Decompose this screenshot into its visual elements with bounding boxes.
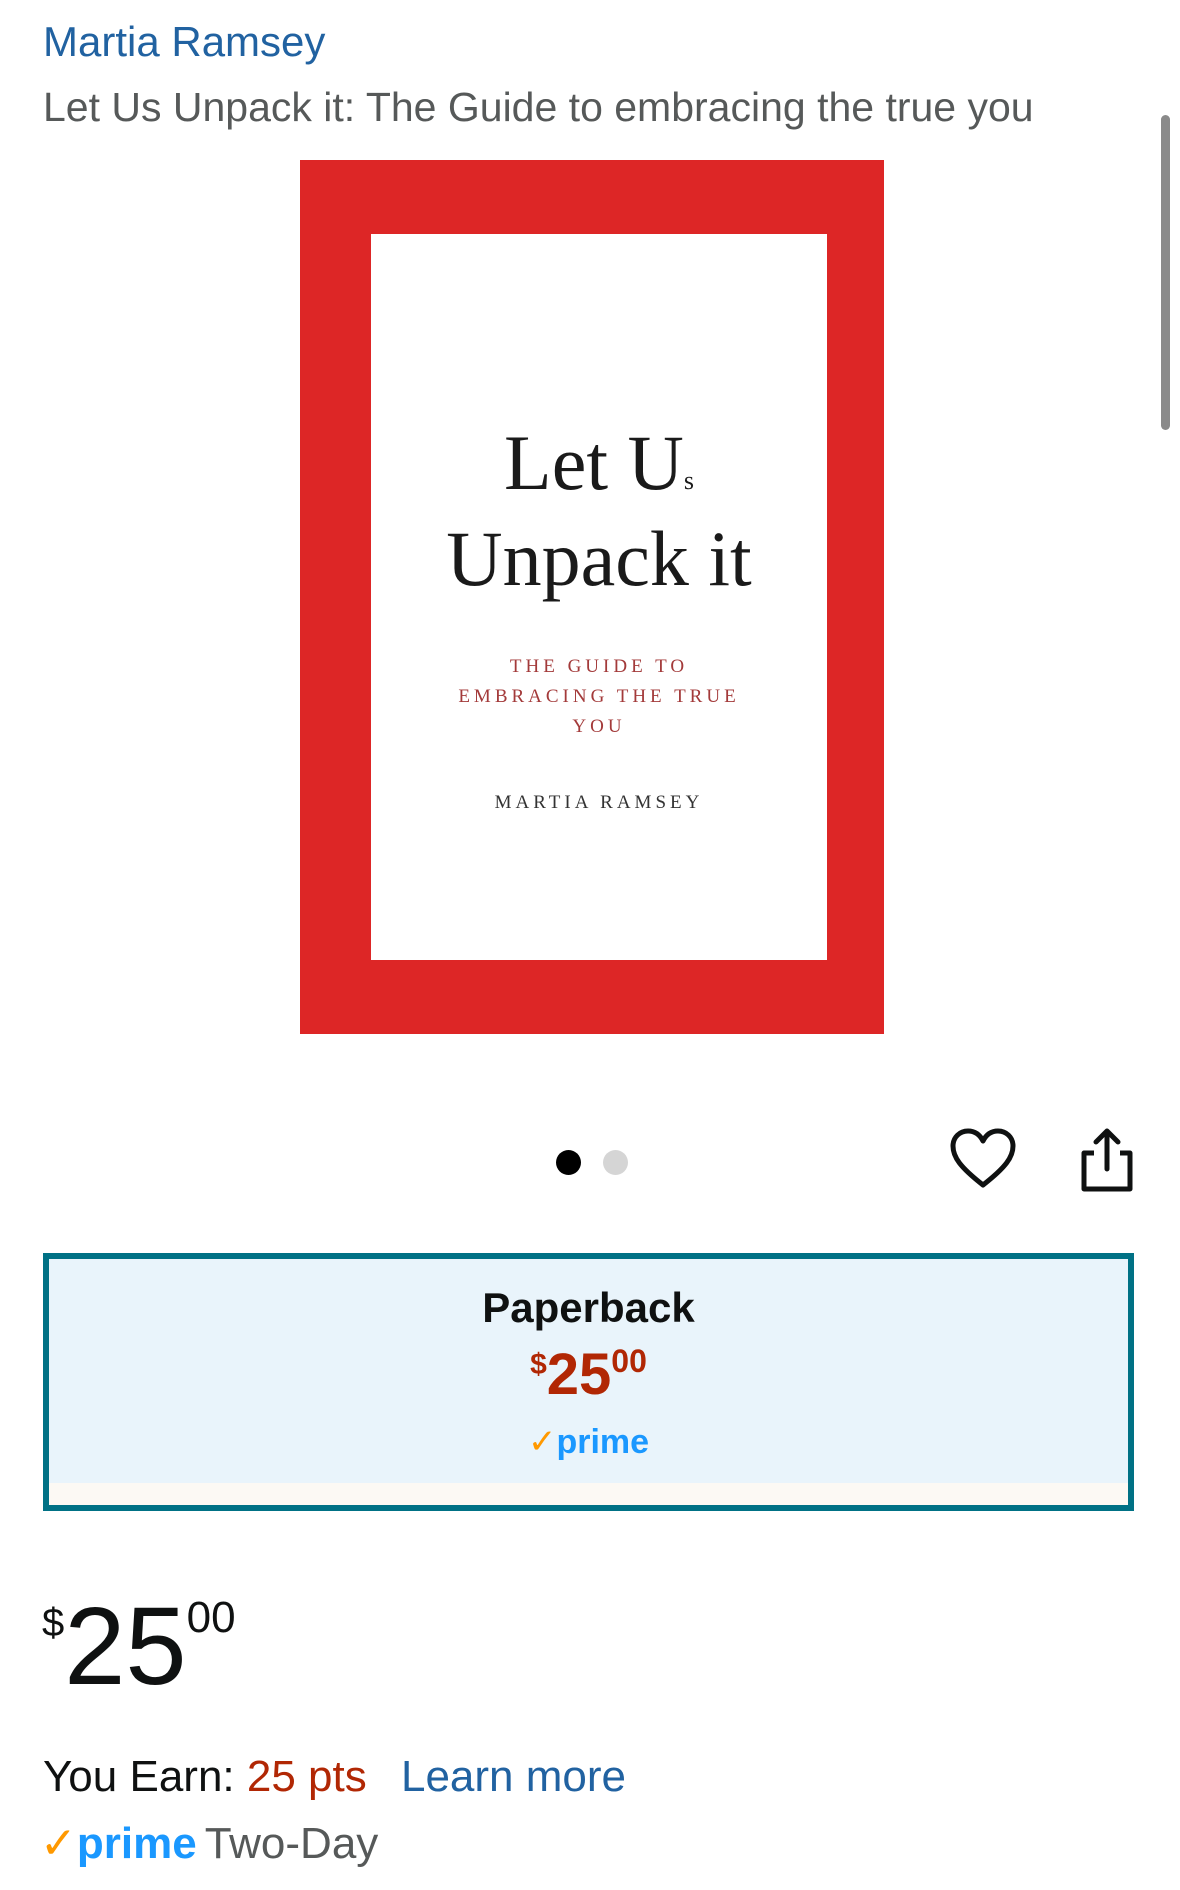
learn-more-link[interactable]: Learn more [401,1752,626,1801]
scrollbar[interactable] [1161,115,1170,430]
format-option-header: Paperback $2500 ✓prime [49,1259,1128,1483]
cover-subtitle: THE GUIDE TO EMBRACING THE TRUE YOU [458,656,740,737]
format-price: $2500 [530,1342,647,1407]
author-link[interactable]: Martia Ramsey [43,18,325,66]
product-title: Let Us Unpack it: The Guide to embracing… [43,84,1034,130]
cover-author: MARTIA RAMSEY [494,792,704,813]
share-icon[interactable] [1072,1125,1142,1195]
delivery-speed: Two-Day [204,1819,379,1868]
product-price: $2500 [42,1585,236,1708]
prime-logo: prime [76,1819,197,1868]
format-name: Paperback [482,1284,695,1331]
cover-title-line1: Let Us [504,419,694,506]
carousel-dot-active[interactable] [556,1150,581,1175]
rewards-label: You Earn: [43,1752,235,1801]
format-option-paperback[interactable]: Paperback $2500 ✓prime [43,1253,1134,1511]
cover-title-line2: Unpack it [446,515,752,602]
carousel-dot[interactable] [603,1150,628,1175]
heart-icon[interactable] [948,1125,1018,1195]
check-icon: ✓ [40,1819,77,1868]
book-cover-image[interactable]: Let Us Unpack it THE GUIDE TO EMBRACING … [300,160,884,1034]
rewards-line: You Earn: 25 pts Learn more [43,1752,626,1802]
prime-badge: ✓prime [527,1423,650,1461]
rewards-points: 25 pts [246,1752,367,1801]
check-icon: ✓ [527,1423,557,1461]
cover-white-panel: Let Us Unpack it THE GUIDE TO EMBRACING … [371,234,827,960]
prime-delivery: ✓prime Two-Day [40,1818,378,1869]
